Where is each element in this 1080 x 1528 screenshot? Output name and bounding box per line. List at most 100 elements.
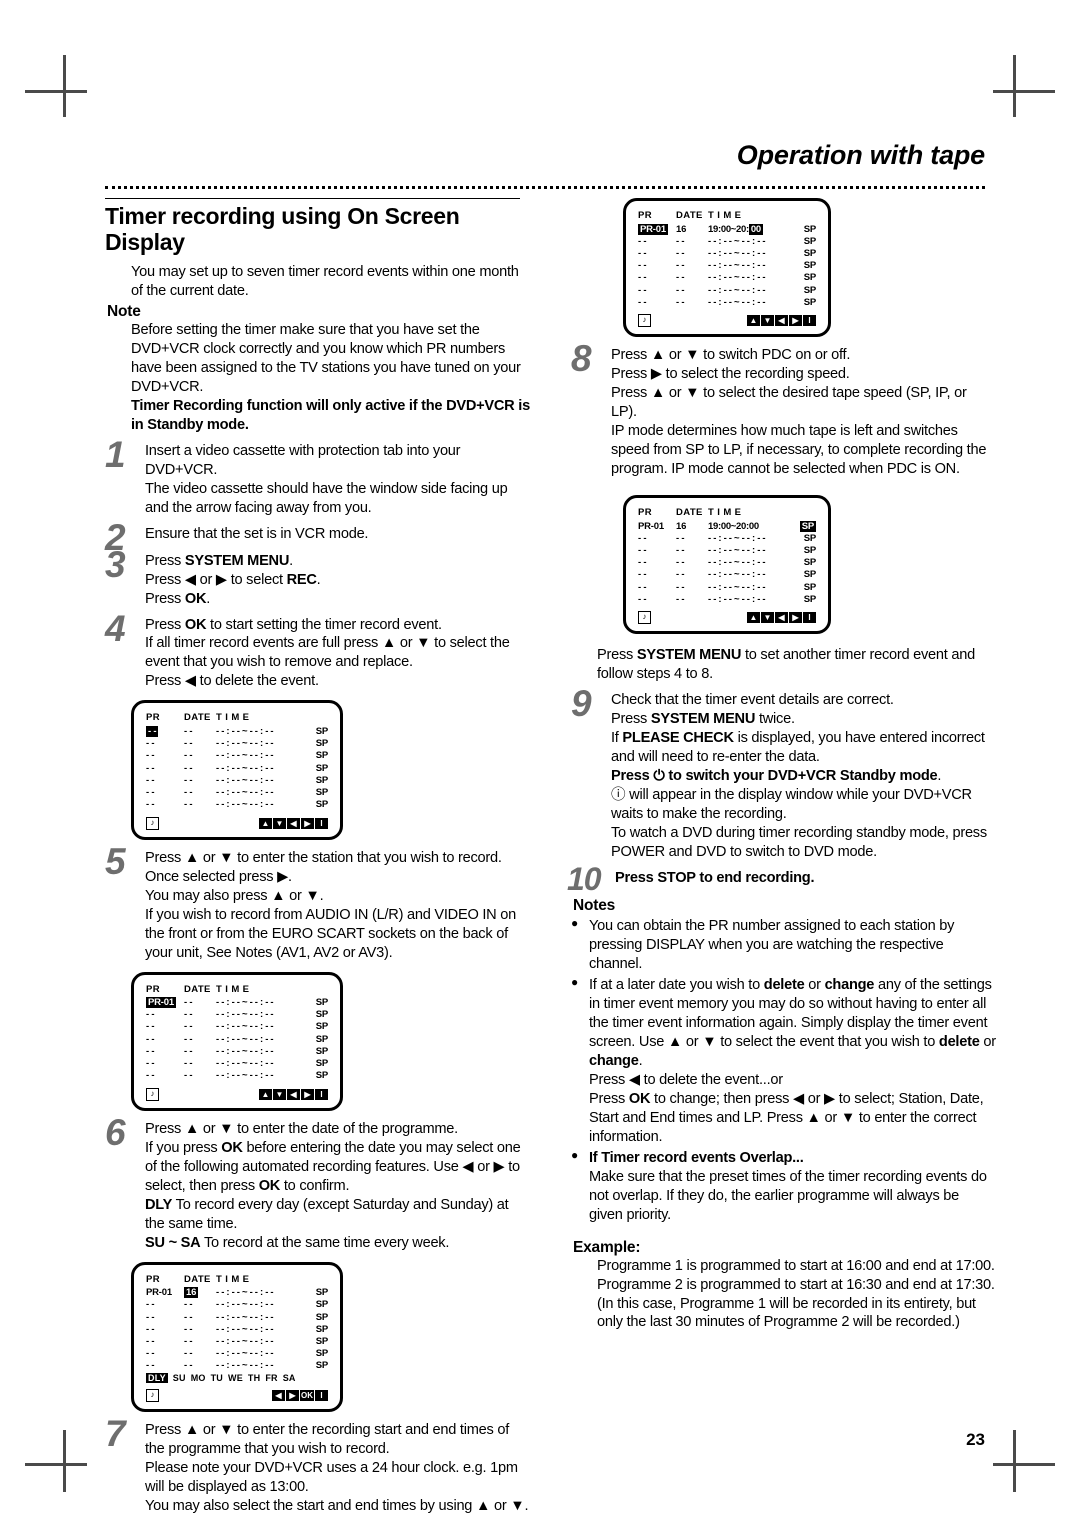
info-icon: I bbox=[803, 315, 816, 327]
osd-speed-value: SP bbox=[315, 799, 328, 811]
note-heading: Note bbox=[107, 302, 141, 320]
osd-time-value: - - : - - ~ - - : - - bbox=[708, 569, 766, 581]
step-5-line-4: If you wish to record from AUDIO IN (L/R… bbox=[145, 906, 516, 961]
osd-time-value: - - : - - ~ - - : - - bbox=[216, 774, 274, 786]
osd-day-we: WE bbox=[228, 1372, 243, 1383]
table-row: - - - - - - : - - ~ - - : - - SP bbox=[146, 799, 328, 811]
info-icon: I bbox=[315, 1088, 328, 1100]
osd-time-value: - - : - - ~ - - : - - bbox=[708, 296, 766, 308]
osd-pr-value: - - bbox=[146, 1299, 155, 1311]
osd-col-speed bbox=[300, 984, 328, 997]
crop-mark-bottom-left-h bbox=[25, 1463, 87, 1466]
osd-col-pr: PR bbox=[638, 507, 652, 519]
osd-day-th: TH bbox=[247, 1372, 261, 1383]
timer-standby-icon: ⓘ bbox=[611, 787, 626, 804]
step-10: 10 Press STOP to end recording. bbox=[567, 863, 996, 895]
table-row: - - - - - - : - - ~ - - : - - SP bbox=[146, 1299, 328, 1311]
step-6-line-3: DLY To record every day (except Saturday… bbox=[145, 1196, 509, 1232]
osd-footer: ♪ ▲ ▼ ◀ ▶ I bbox=[638, 611, 816, 625]
osd-footer: ♪ ▲ ▼ ◀ ▶ I bbox=[638, 314, 816, 328]
osd-col-speed bbox=[792, 507, 816, 520]
osd-screen-step4: PR DATE T I M E - -- -- - : - - ~ - - : … bbox=[131, 700, 343, 840]
table-row: - - - - - - : - - ~ - - : - - SP bbox=[146, 1070, 328, 1082]
step-9-number: 9 bbox=[571, 683, 592, 725]
osd-speed-value: SP bbox=[315, 997, 328, 1009]
osd-pr-value: - - bbox=[638, 272, 647, 284]
step-6-number: 6 bbox=[105, 1111, 126, 1153]
step-9-line-1: Check that the timer event details are c… bbox=[611, 692, 894, 709]
osd-time-value: - - : - - ~ - - : - - bbox=[216, 1299, 274, 1311]
osd-date-value: - - bbox=[184, 786, 193, 798]
osd-day-mo: MO bbox=[190, 1372, 206, 1383]
step-7-line-1: Press ▲ or ▼ to enter the recording star… bbox=[145, 1421, 510, 1457]
osd-key-hints: ▲ ▼ ◀ ▶ I bbox=[259, 817, 328, 829]
osd-col-pr: PR bbox=[638, 210, 652, 221]
up-arrow-icon: ▲ bbox=[747, 315, 760, 327]
osd-date-value: - - bbox=[676, 296, 685, 308]
osd-speed-value: SP bbox=[315, 1335, 328, 1347]
osd-table: PR DATE T I M E PR-01 16 - - : - - ~ - - :… bbox=[146, 1274, 328, 1372]
section-title-line-2: Display bbox=[105, 228, 185, 255]
osd-date-value: - - bbox=[184, 750, 193, 762]
osd-time-value: - - : - - ~ - - : - - bbox=[708, 235, 766, 247]
example-line-2: Programme 2 is programmed to start at 16… bbox=[597, 1276, 995, 1293]
osd-pr-value: - - bbox=[146, 799, 155, 811]
osd-col-date: DATE bbox=[184, 1273, 211, 1285]
osd-pr-value: - - bbox=[146, 1323, 155, 1335]
osd-date-value: - - bbox=[184, 1045, 193, 1057]
clock-icon: ♪ bbox=[638, 611, 651, 625]
example-line-1: Programme 1 is programmed to start at 16… bbox=[597, 1257, 995, 1274]
right-arrow-icon: ▶ bbox=[789, 612, 802, 624]
step-3-line-3: Press OK. bbox=[145, 590, 211, 607]
right-arrow-icon: ▶ bbox=[286, 1389, 299, 1401]
osd-col-date: DATE bbox=[184, 712, 211, 724]
osd-pr-value: - - bbox=[638, 284, 647, 296]
osd-col-date: DATE bbox=[184, 983, 211, 995]
table-row: - - - - - - : - - ~ - - : - - SP bbox=[638, 284, 816, 296]
section-title-line-1: Timer recording using On Screen bbox=[105, 203, 460, 229]
crop-mark-top-left-v bbox=[63, 55, 66, 117]
osd-screen-step8a: PR DATE T I M E PR-01 16 19:00~20: 00 SP … bbox=[623, 198, 831, 338]
osd-date-value: - - bbox=[184, 1348, 193, 1360]
osd-footer: ♪ ▲ ▼ ◀ ▶ I bbox=[146, 1087, 328, 1101]
osd-date-value: - - bbox=[184, 799, 193, 811]
osd-time-minutes-highlight: 00 bbox=[748, 223, 763, 235]
crop-mark-bottom-left-v bbox=[63, 1430, 66, 1492]
osd-pr-value: - - bbox=[146, 774, 155, 786]
table-row: - - - - - - : - - ~ - - : - - SP bbox=[638, 593, 816, 605]
osd-time-value: 19:00~20:00 bbox=[708, 223, 763, 235]
osd-date-value: - - bbox=[184, 738, 193, 750]
osd-col-time: T I M E bbox=[708, 210, 742, 221]
step-1-line-1: Insert a video cassette with protection … bbox=[145, 442, 461, 478]
step-3: 3 Press SYSTEM MENU. Press ◀ or ▶ to sel… bbox=[105, 546, 530, 609]
crop-mark-bottom-right-v bbox=[1013, 1430, 1016, 1492]
osd-pr-value: - - bbox=[638, 260, 647, 272]
osd-pr-value: - - bbox=[638, 235, 647, 247]
osd-speed-value: SP bbox=[803, 260, 816, 272]
table-row: - - - - - - : - - ~ - - : - - SP bbox=[638, 532, 816, 544]
osd-pr-value: - - bbox=[146, 1045, 155, 1057]
step-1: 1 Insert a video cassette with protectio… bbox=[105, 436, 530, 518]
ok-label: OK bbox=[628, 1090, 651, 1107]
page-body: Operation with tape Timer recording usin… bbox=[105, 140, 996, 1514]
step-9-line-3: If PLEASE CHECK is displayed, you have e… bbox=[611, 730, 985, 766]
osd-col-time: T I M E bbox=[708, 507, 742, 519]
right-arrow-icon: ▶ bbox=[301, 817, 314, 829]
osd-table: PR DATE T I M E PR-01- -- - : - - ~ - - … bbox=[146, 984, 328, 1082]
osd-pr-value: - - bbox=[146, 1021, 155, 1033]
step-5-line-2: Once selected press ▶. bbox=[145, 868, 292, 885]
change-label: change bbox=[824, 976, 875, 993]
osd-col-speed bbox=[300, 1274, 328, 1287]
osd-time-value: - - : - - ~ - - : - - bbox=[216, 1287, 274, 1299]
example-heading: Example: bbox=[573, 1238, 641, 1256]
osd-speed-value: SP bbox=[803, 545, 816, 557]
step-4-line-1: Press OK to start setting the timer reco… bbox=[145, 616, 442, 633]
osd-time-value: - - : - - ~ - - : - - bbox=[216, 762, 274, 774]
osd-screen-step8b: PR DATE T I M E PR-01 16 19:00~20:00 SP … bbox=[623, 495, 831, 635]
osd-date-value: - - bbox=[676, 557, 685, 569]
osd-header-row: PR DATE T I M E bbox=[638, 507, 816, 520]
section-rule bbox=[105, 198, 520, 199]
osd-speed-value: SP bbox=[799, 520, 816, 532]
osd-pr-value: - - bbox=[146, 1070, 155, 1082]
